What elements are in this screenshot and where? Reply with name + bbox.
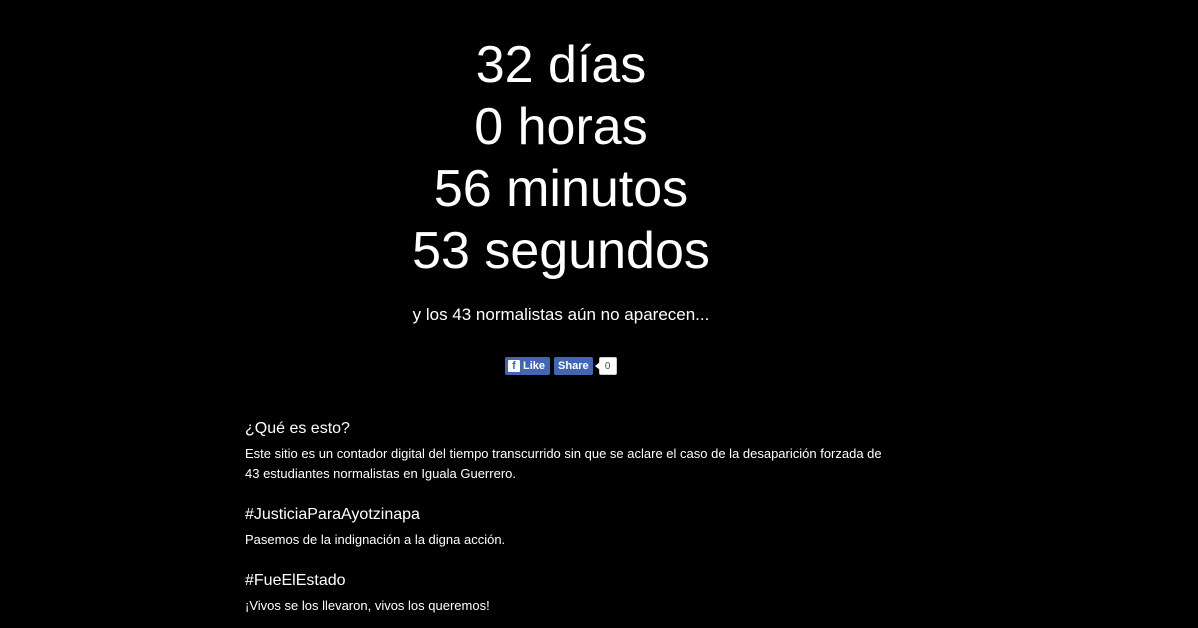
like-label: Like [523, 360, 546, 372]
section-fue-el-estado: #FueElEstado ¡Vivos se los llevaron, viv… [245, 570, 885, 616]
facebook-share-button[interactable]: Share [554, 357, 593, 375]
section-text: Pasemos de la indignación a la digna acc… [245, 532, 506, 547]
counter-seconds: 53 segundos [412, 222, 710, 280]
share-count-badge: 0 [594, 357, 617, 375]
section-justicia: #JusticiaParaAyotzinapa Pasemos de la in… [245, 504, 885, 550]
subtitle: y los 43 normalistas aún no aparecen... [412, 305, 710, 324]
social-buttons: f Like Share 0 [505, 357, 617, 375]
share-count: 0 [604, 360, 611, 372]
info-content: ¿Qué es esto? Este sitio es un contador … [245, 418, 885, 628]
section-what-is-this: ¿Qué es esto? Este sitio es un contador … [245, 418, 885, 484]
section-text: ¡Vivos se los llevaron, vivos los querem… [245, 598, 490, 613]
counter-hours: 0 horas [474, 98, 648, 156]
section-text: Este sitio es un contador digital del ti… [245, 446, 882, 481]
page: 32 días 0 horas 56 minutos 53 segundos y… [0, 0, 1198, 628]
counter-days: 32 días [475, 36, 647, 94]
share-label: Share [558, 360, 589, 372]
facebook-icon: f [508, 360, 520, 372]
section-title: #FueElEstado [245, 572, 346, 589]
section-title: #JusticiaParaAyotzinapa [245, 506, 420, 523]
facebook-like-button[interactable]: f Like [505, 357, 551, 375]
countdown-counter: 32 días 0 horas 56 minutos 53 segundos [0, 34, 1122, 282]
section-title: ¿Qué es esto? [245, 420, 350, 437]
counter-minutes: 56 minutos [433, 160, 689, 218]
